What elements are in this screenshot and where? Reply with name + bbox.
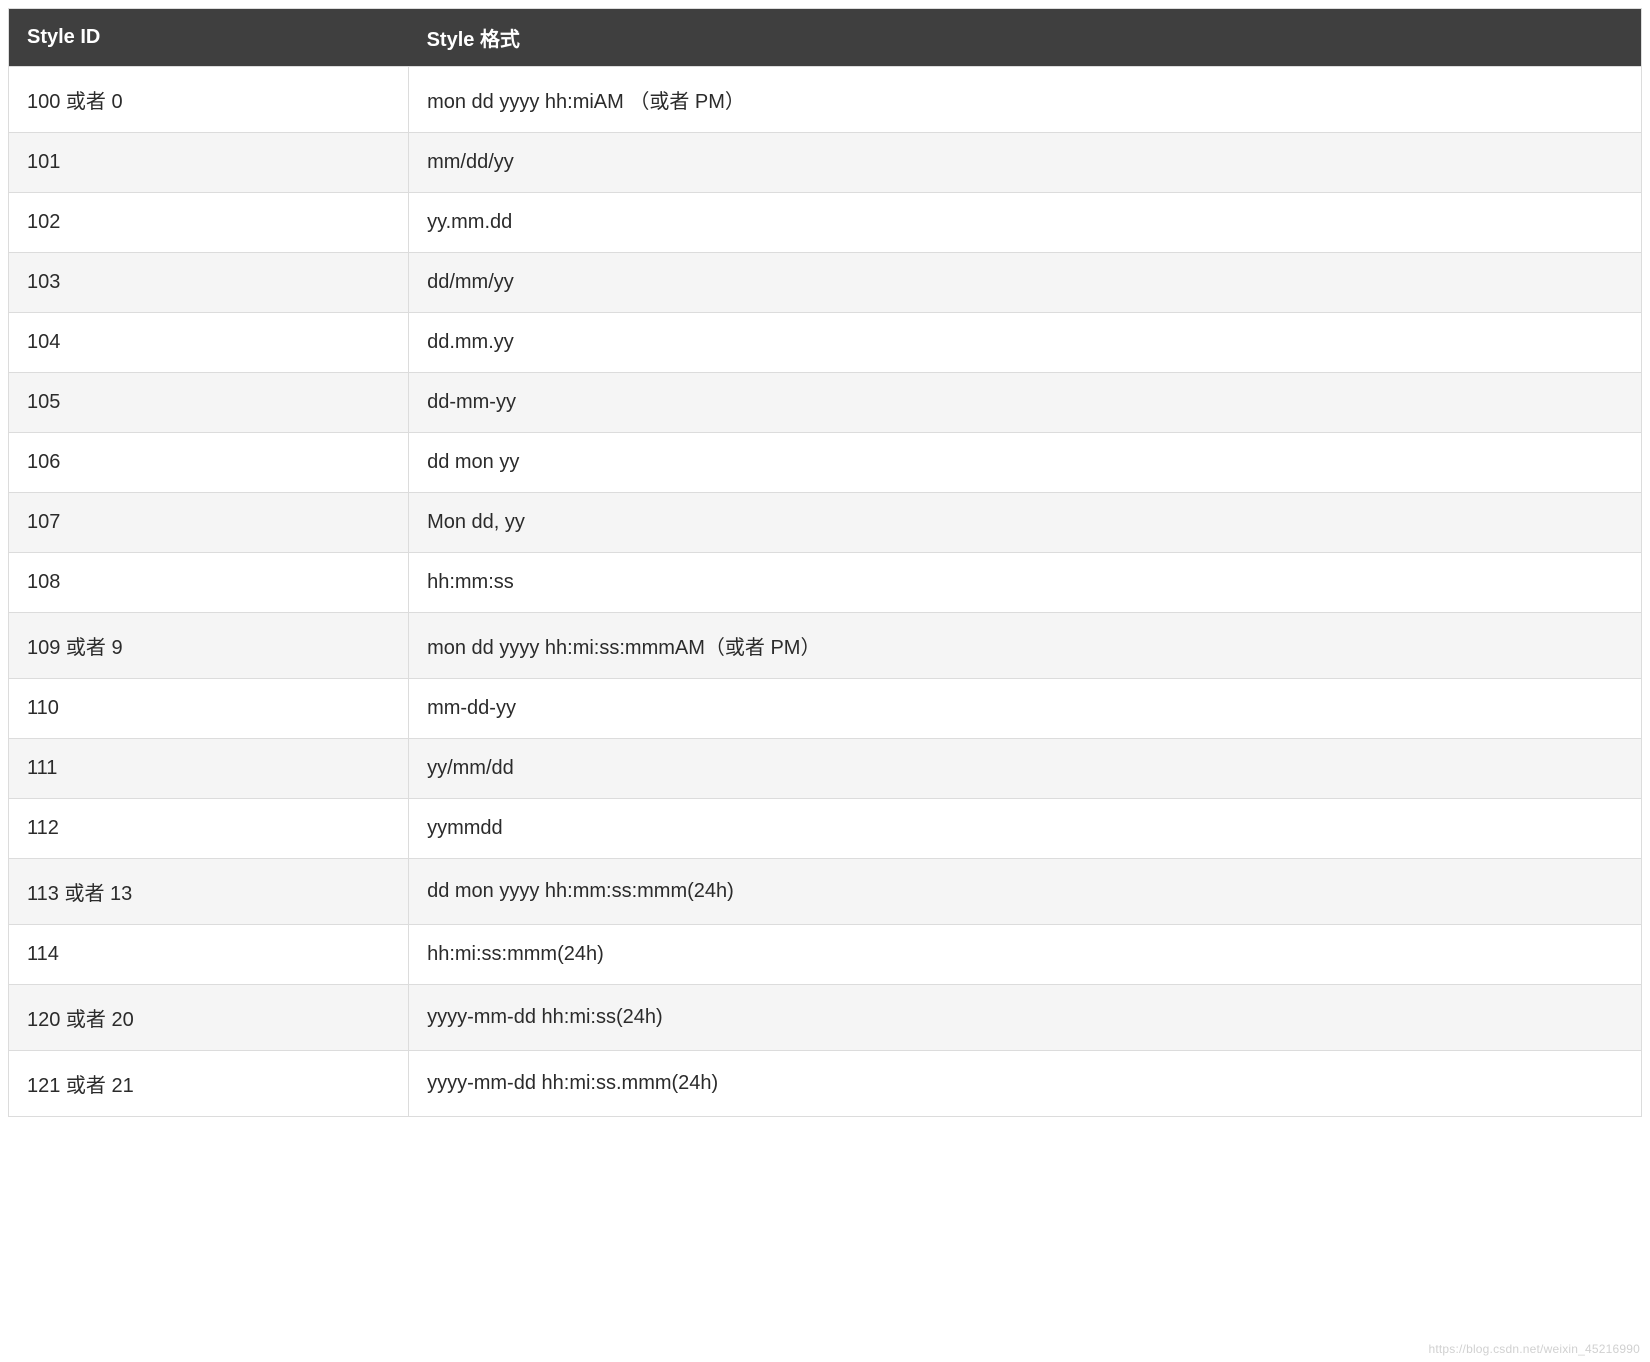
- table-row: 100 或者 0 mon dd yyyy hh:miAM （或者 PM）: [9, 67, 1642, 133]
- table-row: 112 yymmdd: [9, 799, 1642, 859]
- table-row: 101 mm/dd/yy: [9, 133, 1642, 193]
- table-row: 111 yy/mm/dd: [9, 739, 1642, 799]
- header-style-format: Style 格式: [409, 9, 1642, 67]
- cell-style-format: mm/dd/yy: [409, 133, 1642, 193]
- table-row: 105 dd-mm-yy: [9, 373, 1642, 433]
- cell-style-id: 120 或者 20: [9, 985, 409, 1051]
- cell-style-format: dd mon yy: [409, 433, 1642, 493]
- cell-style-format: yy/mm/dd: [409, 739, 1642, 799]
- cell-style-id: 110: [9, 679, 409, 739]
- cell-style-format: hh:mi:ss:mmm(24h): [409, 925, 1642, 985]
- cell-style-format: dd mon yyyy hh:mm:ss:mmm(24h): [409, 859, 1642, 925]
- cell-style-format: mon dd yyyy hh:miAM （或者 PM）: [409, 67, 1642, 133]
- cell-style-format: dd-mm-yy: [409, 373, 1642, 433]
- cell-style-id: 108: [9, 553, 409, 613]
- table-row: 121 或者 21 yyyy-mm-dd hh:mi:ss.mmm(24h): [9, 1051, 1642, 1117]
- header-style-id: Style ID: [9, 9, 409, 67]
- style-format-table: Style ID Style 格式 100 或者 0 mon dd yyyy h…: [8, 8, 1642, 1117]
- table-row: 106 dd mon yy: [9, 433, 1642, 493]
- cell-style-id: 111: [9, 739, 409, 799]
- cell-style-format: mm-dd-yy: [409, 679, 1642, 739]
- table-row: 109 或者 9 mon dd yyyy hh:mi:ss:mmmAM（或者 P…: [9, 613, 1642, 679]
- cell-style-format: Mon dd, yy: [409, 493, 1642, 553]
- cell-style-id: 101: [9, 133, 409, 193]
- cell-style-format: yyyy-mm-dd hh:mi:ss.mmm(24h): [409, 1051, 1642, 1117]
- table-row: 113 或者 13 dd mon yyyy hh:mm:ss:mmm(24h): [9, 859, 1642, 925]
- table-row: 102 yy.mm.dd: [9, 193, 1642, 253]
- cell-style-id: 112: [9, 799, 409, 859]
- cell-style-format: yyyy-mm-dd hh:mi:ss(24h): [409, 985, 1642, 1051]
- table-row: 103 dd/mm/yy: [9, 253, 1642, 313]
- table-row: 104 dd.mm.yy: [9, 313, 1642, 373]
- watermark-text: https://blog.csdn.net/weixin_45216990: [1428, 1342, 1640, 1356]
- cell-style-id: 106: [9, 433, 409, 493]
- cell-style-id: 114: [9, 925, 409, 985]
- cell-style-id: 104: [9, 313, 409, 373]
- cell-style-format: yymmdd: [409, 799, 1642, 859]
- table-header-row: Style ID Style 格式: [9, 9, 1642, 67]
- cell-style-id: 113 或者 13: [9, 859, 409, 925]
- cell-style-format: dd.mm.yy: [409, 313, 1642, 373]
- cell-style-format: yy.mm.dd: [409, 193, 1642, 253]
- cell-style-id: 107: [9, 493, 409, 553]
- table-row: 110 mm-dd-yy: [9, 679, 1642, 739]
- table-row: 114 hh:mi:ss:mmm(24h): [9, 925, 1642, 985]
- cell-style-id: 105: [9, 373, 409, 433]
- cell-style-format: mon dd yyyy hh:mi:ss:mmmAM（或者 PM）: [409, 613, 1642, 679]
- table-row: 108 hh:mm:ss: [9, 553, 1642, 613]
- table-row: 120 或者 20 yyyy-mm-dd hh:mi:ss(24h): [9, 985, 1642, 1051]
- cell-style-format: hh:mm:ss: [409, 553, 1642, 613]
- cell-style-format: dd/mm/yy: [409, 253, 1642, 313]
- cell-style-id: 109 或者 9: [9, 613, 409, 679]
- cell-style-id: 102: [9, 193, 409, 253]
- cell-style-id: 121 或者 21: [9, 1051, 409, 1117]
- table-row: 107 Mon dd, yy: [9, 493, 1642, 553]
- cell-style-id: 100 或者 0: [9, 67, 409, 133]
- cell-style-id: 103: [9, 253, 409, 313]
